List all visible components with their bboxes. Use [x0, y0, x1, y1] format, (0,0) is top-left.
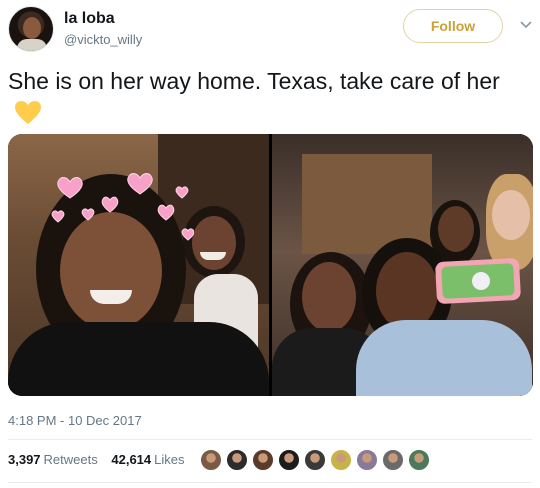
avatar[interactable] [8, 6, 54, 52]
divider-top [8, 439, 532, 440]
liker-avatar[interactable] [278, 449, 300, 471]
retweets-count: 3,397 [8, 452, 41, 467]
tweet-text: She is on her way home. Texas, take care… [8, 66, 528, 128]
tweet-body: She is on her way home. Texas, take care… [8, 68, 500, 94]
denim-jacket [356, 320, 532, 396]
liker-avatar[interactable] [252, 449, 274, 471]
middle-girl-face [376, 252, 438, 330]
tweet-header: la loba @vickto_willy Follow [8, 6, 532, 54]
follow-button[interactable]: Follow [403, 9, 503, 43]
likes-label: Likes [154, 452, 185, 467]
liker-avatar[interactable] [408, 449, 430, 471]
photo-right[interactable] [272, 134, 533, 396]
retweets-label: Retweets [43, 452, 98, 467]
liker-avatar[interactable] [330, 449, 352, 471]
liker-avatar[interactable] [304, 449, 326, 471]
photo-left[interactable] [8, 134, 269, 396]
divider-bottom [8, 482, 532, 483]
second-person-face [192, 216, 236, 270]
tweet-stats: 3,397 Retweets 42,614 Likes [8, 452, 195, 467]
leather-jacket [8, 322, 269, 396]
tweet-media[interactable] [8, 134, 533, 396]
blonde-person-face [492, 190, 530, 240]
liker-avatar[interactable] [226, 449, 248, 471]
heart-crown-filter-icon [51, 173, 194, 241]
back-person-face [438, 206, 474, 252]
chevron-down-icon[interactable] [519, 18, 533, 32]
likes-count: 42,614 [111, 452, 152, 467]
avatar-shirt [17, 39, 47, 51]
liker-avatar[interactable] [200, 449, 222, 471]
user-handle[interactable]: @vickto_willy [64, 32, 142, 47]
yellow-heart-icon [15, 101, 41, 124]
display-name[interactable]: la loba [64, 10, 115, 28]
left-girl-face [302, 262, 356, 332]
likes-stat[interactable]: 42,614 Likes [111, 452, 184, 467]
retweets-stat[interactable]: 3,397 Retweets [8, 452, 98, 467]
tweet-timestamp[interactable]: 4:18 PM - 10 Dec 2017 [8, 413, 142, 428]
avatar-face [23, 17, 41, 39]
liker-avatar[interactable] [382, 449, 404, 471]
second-person-smile [200, 252, 226, 260]
popsocket [472, 272, 490, 290]
liker-avatar[interactable] [356, 449, 378, 471]
